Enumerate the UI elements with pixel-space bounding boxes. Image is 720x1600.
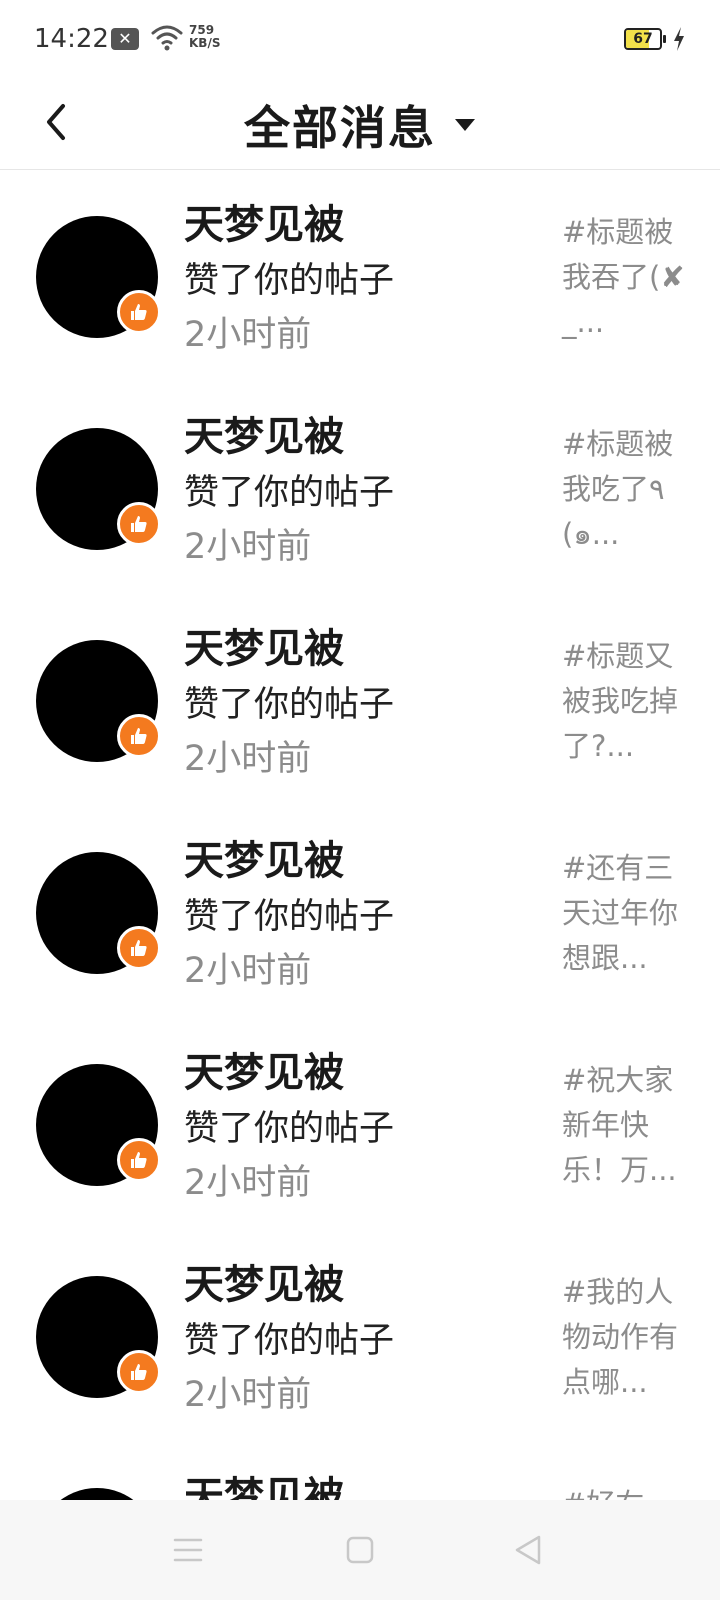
message-item[interactable]: 天梦见被 赞了你的帖子 2小时前 #祝大家新年快乐！万... <box>0 1018 720 1230</box>
network-speed: 759 KB/S <box>189 24 229 50</box>
menu-button[interactable] <box>168 1530 208 1570</box>
message-time: 2小时前 <box>184 951 312 991</box>
thumbs-up-icon <box>117 1138 161 1182</box>
battery-percent: 67 <box>633 31 653 47</box>
sender-name: 天梦见被 <box>184 1050 344 1096</box>
battery-indicator: 67 <box>624 28 662 50</box>
thumbs-up-icon <box>117 290 161 334</box>
menu-icon <box>173 1538 203 1562</box>
sender-name: 天梦见被 <box>184 1474 344 1500</box>
message-item[interactable]: 天梦见被 赞了你的帖子 2小时前 #标题被我吃了٩(๑... <box>0 382 720 594</box>
back-button[interactable] <box>28 90 84 154</box>
post-preview[interactable]: #标题被我吞了(✘_... <box>562 210 692 345</box>
message-time: 2小时前 <box>184 1163 312 1203</box>
chevron-left-icon <box>47 104 65 140</box>
sender-name: 天梦见被 <box>184 1262 344 1308</box>
message-time: 2小时前 <box>184 315 312 355</box>
home-square-icon <box>346 1536 374 1564</box>
post-preview[interactable]: #我的人物动作有点哪... <box>562 1270 692 1405</box>
sender-name: 天梦见被 <box>184 838 344 884</box>
sender-name: 天梦见被 <box>184 626 344 672</box>
message-list: 天梦见被 赞了你的帖子 2小时前 #标题被我吞了(✘_... 天梦见被 赞了你的… <box>0 170 720 1500</box>
status-bar: 14:22 ✕ 759 KB/S 67 <box>0 0 720 80</box>
message-action: 赞了你的帖子 <box>184 1109 395 1149</box>
post-preview[interactable]: #好右 <box>562 1482 692 1500</box>
thumbs-up-icon <box>117 1350 161 1394</box>
message-time: 2小时前 <box>184 1375 312 1415</box>
wifi-icon <box>151 25 183 51</box>
post-preview[interactable]: #祝大家新年快乐！万... <box>562 1058 692 1193</box>
thumbs-up-icon <box>117 714 161 758</box>
sender-name: 天梦见被 <box>184 414 344 460</box>
post-preview[interactable]: #还有三天过年你想跟... <box>562 846 692 981</box>
message-time: 2小时前 <box>184 527 312 567</box>
message-action: 赞了你的帖子 <box>184 685 395 725</box>
message-action: 赞了你的帖子 <box>184 261 395 301</box>
back-triangle-icon <box>515 1535 541 1565</box>
message-action: 赞了你的帖子 <box>184 897 395 937</box>
system-nav-bar <box>0 1500 720 1600</box>
message-item[interactable]: 天梦见被 赞了你的帖子 2小时前 #标题又被我吃掉了?... <box>0 594 720 806</box>
sender-name: 天梦见被 <box>184 202 344 248</box>
avatar[interactable] <box>36 1488 158 1500</box>
battery-cap <box>663 35 666 43</box>
message-item[interactable]: 天梦见被 赞了你的帖子 2小时前 #标题被我吞了(✘_... <box>0 170 720 382</box>
caret-down-icon <box>455 119 475 131</box>
back-nav-button[interactable] <box>508 1530 548 1570</box>
home-button[interactable] <box>340 1530 380 1570</box>
page-title: 全部消息 <box>244 101 436 155</box>
network-speed-unit: KB/S <box>189 36 221 50</box>
notification-x-icon: ✕ <box>111 28 139 50</box>
header: 全部消息 <box>0 80 720 170</box>
post-preview[interactable]: #标题被我吃了٩(๑... <box>562 422 692 557</box>
status-time: 14:22 <box>34 24 109 54</box>
message-item[interactable]: 天梦见被 赞了你的帖子 2小时前 #我的人物动作有点哪... <box>0 1230 720 1442</box>
message-action: 赞了你的帖子 <box>184 1321 395 1361</box>
post-preview[interactable]: #标题又被我吃掉了?... <box>562 634 692 769</box>
message-item[interactable]: 天梦见被 赞了你的帖子 2小时前 #还有三天过年你想跟... <box>0 806 720 1018</box>
message-time: 2小时前 <box>184 739 312 779</box>
message-filter-dropdown[interactable]: 全部消息 <box>200 80 520 170</box>
message-action: 赞了你的帖子 <box>184 473 395 513</box>
thumbs-up-icon <box>117 926 161 970</box>
thumbs-up-icon <box>117 502 161 546</box>
charging-bolt-icon <box>674 27 684 51</box>
message-item[interactable]: 天梦见被 #好右 <box>0 1442 720 1500</box>
